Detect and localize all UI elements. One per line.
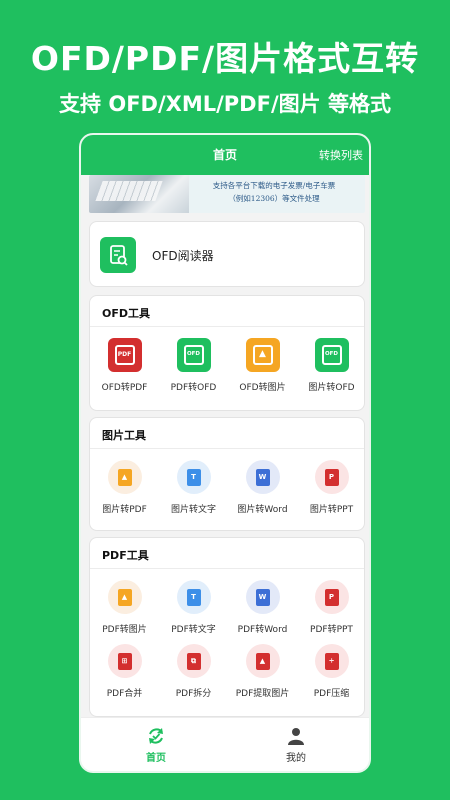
title-bar: 首页 转换列表 (81, 135, 369, 175)
document-search-icon (100, 237, 136, 273)
image-to-ofd-button[interactable]: OFD 图片转OFD (297, 338, 366, 393)
image-icon: ▲ (107, 460, 142, 494)
home-refresh-icon (149, 728, 163, 744)
pdf-to-word-button[interactable]: W PDF转Word (228, 580, 297, 635)
ofd-tools-title: OFD工具 (102, 307, 150, 320)
pdf-to-image-button[interactable]: ▲ PDF转图片 (90, 580, 159, 635)
image-icon: ▲ (107, 580, 142, 614)
pdf-compress-button[interactable]: ÷ PDF压缩 (297, 644, 366, 699)
word-icon: W (245, 460, 280, 494)
banner-photo (89, 175, 189, 213)
image-to-pdf-button[interactable]: ▲ 图片转PDF (90, 460, 159, 515)
text-icon: T (176, 460, 211, 494)
compress-icon: ÷ (314, 644, 349, 678)
image-to-ppt-button[interactable]: P 图片转PPT (297, 460, 366, 515)
conversion-list-button[interactable]: 转换列表 (319, 147, 363, 163)
ofd-reader-card[interactable]: OFD阅读器 (89, 221, 365, 287)
image-to-word-button[interactable]: W 图片转Word (228, 460, 297, 515)
pdf-split-button[interactable]: ⧉ PDF拆分 (159, 644, 228, 699)
promo-banner[interactable]: 支持各平台下载的电子发票/电子车票 （例如12306）等文件处理 (89, 175, 365, 213)
extract-image-icon: ▲ (245, 644, 280, 678)
ofd-to-pdf-button[interactable]: PDF OFD转PDF (90, 338, 159, 393)
pdf-to-ppt-button[interactable]: P PDF转PPT (297, 580, 366, 635)
split-icon: ⧉ (176, 644, 211, 678)
pdf-extract-image-button[interactable]: ▲ PDF提取图片 (228, 644, 297, 699)
ofd-file-icon: OFD (314, 338, 349, 372)
merge-icon: ⊞ (107, 644, 142, 678)
tab-mine[interactable]: 我的 (256, 726, 336, 764)
promo-headline: OFD/PDF/图片格式互转 (30, 39, 420, 78)
ofd-to-image-button[interactable]: ▲ OFD转图片 (228, 338, 297, 393)
image-to-text-button[interactable]: T 图片转文字 (159, 460, 228, 515)
ofd-reader-label: OFD阅读器 (152, 249, 214, 263)
ppt-icon: P (314, 580, 349, 614)
ofd-tools-card: OFD工具 PDF OFD转PDF OFD PDF转OFD ▲ OFD转图片 O… (89, 295, 365, 411)
pdf-to-text-button[interactable]: T PDF转文字 (159, 580, 228, 635)
banner-text: 支持各平台下载的电子发票/电子车票 （例如12306）等文件处理 (212, 181, 336, 203)
bottom-tab-bar: 首页 我的 (81, 717, 369, 771)
image-tools-title: 图片工具 (102, 429, 146, 442)
user-icon (288, 728, 304, 745)
pdf-file-icon: PDF (107, 338, 142, 372)
pdf-tools-title: PDF工具 (102, 549, 149, 562)
tab-home[interactable]: 首页 (116, 726, 196, 764)
pdf-tools-card: PDF工具 ▲ PDF转图片 T PDF转文字 W PDF转Word P PDF… (89, 537, 365, 717)
text-icon: T (176, 580, 211, 614)
ppt-icon: P (314, 460, 349, 494)
promo-subline: 支持 OFD/XML/PDF/图片 等格式 (59, 92, 391, 116)
pdf-to-ofd-button[interactable]: OFD PDF转OFD (159, 338, 228, 393)
ofd-file-icon: OFD (176, 338, 211, 372)
word-icon: W (245, 580, 280, 614)
image-tools-card: 图片工具 ▲ 图片转PDF T 图片转文字 W 图片转Word P 图片转PPT (89, 417, 365, 531)
image-stack-icon: ▲ (245, 338, 280, 372)
pdf-merge-button[interactable]: ⊞ PDF合并 (90, 644, 159, 699)
phone-screen: 首页 转换列表 支持各平台下载的电子发票/电子车票 （例如12306）等文件处理… (79, 133, 371, 773)
